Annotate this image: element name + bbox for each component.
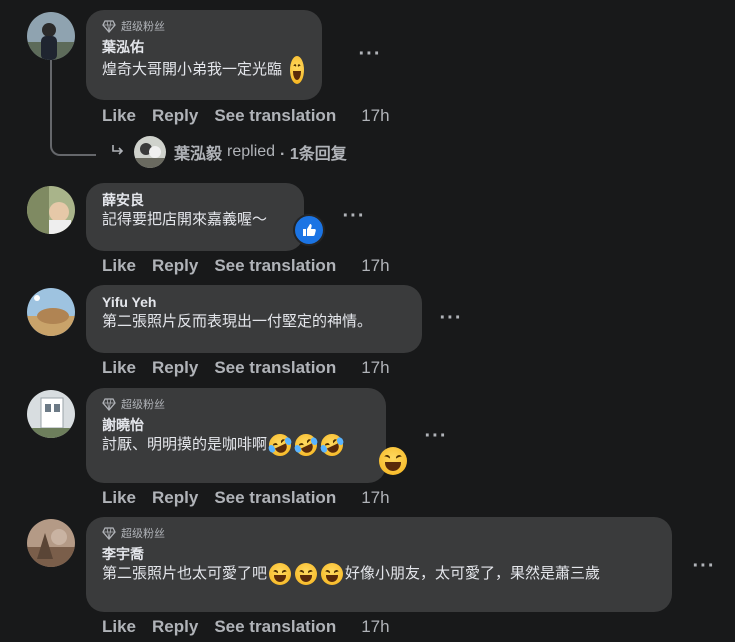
comment-time[interactable]: 17h: [361, 488, 389, 508]
reply-author: 葉泓毅: [174, 146, 223, 163]
comment-text-content: 討厭、明明摸的是咖啡啊: [102, 436, 268, 453]
avatar[interactable]: [27, 288, 75, 336]
more-options-icon[interactable]: ···: [355, 43, 385, 65]
squinting-laugh-emoji[interactable]: [379, 447, 407, 475]
see-translation-button[interactable]: See translation: [214, 488, 336, 508]
see-translation-button[interactable]: See translation: [214, 358, 336, 378]
badge-label: 超级粉丝: [121, 399, 165, 411]
comment-text-content: 煌奇大哥開小弟我一定光臨: [102, 61, 283, 78]
more-options-icon[interactable]: ···: [339, 205, 369, 227]
reply-avatar: [134, 136, 166, 168]
comment-author[interactable]: 薛安良: [102, 191, 288, 209]
comment-text: 記得要把店開來嘉義喔～: [102, 211, 268, 228]
rolling-on-floor-laughing-emoji: [291, 430, 321, 460]
comment-text: 煌奇大哥開小弟我一定光臨: [102, 56, 306, 84]
reply-arrow-icon: [110, 142, 126, 163]
like-button[interactable]: Like: [102, 256, 136, 276]
reply-thread-line: [50, 60, 96, 156]
avatar[interactable]: [27, 519, 75, 567]
avatar[interactable]: [27, 12, 75, 60]
reply-button[interactable]: Reply: [152, 256, 198, 276]
diamond-icon: [102, 20, 116, 33]
comment-bubble: 超级粉丝 葉泓佑 煌奇大哥開小弟我一定光臨: [86, 10, 322, 100]
see-translation-button[interactable]: See translation: [214, 256, 336, 276]
badge-label: 超级粉丝: [121, 528, 165, 540]
see-translation-button[interactable]: See translation: [214, 617, 336, 637]
comment-text: 討厭、明明摸的是咖啡啊: [102, 430, 370, 460]
like-button[interactable]: Like: [102, 358, 136, 378]
fan-badge: 超级粉丝: [102, 18, 306, 34]
diamond-icon: [102, 527, 116, 540]
thumbs-up-reaction-icon[interactable]: [293, 214, 325, 246]
comment-author[interactable]: 李宇喬: [102, 545, 656, 563]
comment-bubble: 薛安良 記得要把店開來嘉義喔～: [86, 183, 304, 251]
diamond-icon: [102, 398, 116, 411]
reply-count: · 1条回复: [280, 146, 347, 163]
like-button[interactable]: Like: [102, 106, 136, 126]
more-options-icon[interactable]: ···: [436, 307, 466, 329]
comment-text: 第二張照片反而表現出一付堅定的神情。: [102, 313, 373, 330]
reply-verb: replied: [227, 143, 276, 160]
squinting-laugh-emoji: [269, 563, 292, 585]
comment-text-content: 好像小朋友，太可愛了，果然是蕭三歲: [345, 565, 601, 582]
comment-text-content: 第二張照片也太可愛了吧: [102, 565, 268, 582]
reply-button[interactable]: Reply: [152, 358, 198, 378]
comment-actions: Like Reply See translation 17h: [102, 255, 406, 277]
like-button[interactable]: Like: [102, 617, 136, 637]
comment-time[interactable]: 17h: [361, 617, 389, 637]
reply-summary[interactable]: 葉泓毅 replied · 1条回复: [110, 136, 352, 168]
reply-button[interactable]: Reply: [152, 106, 198, 126]
comment-bubble: 超级粉丝 謝曉怡 討厭、明明摸的是咖啡啊: [86, 388, 386, 483]
badge-label: 超级粉丝: [121, 21, 165, 33]
more-options-icon[interactable]: ···: [689, 555, 719, 577]
comment-time[interactable]: 17h: [361, 256, 389, 276]
comment-actions: Like Reply See translation 17h: [102, 357, 406, 379]
squinting-laugh-emoji: [321, 563, 344, 585]
comment-time[interactable]: 17h: [361, 106, 389, 126]
fan-badge: 超级粉丝: [102, 396, 370, 412]
squinting-laugh-emoji: [290, 56, 304, 84]
avatar[interactable]: [27, 390, 75, 438]
like-button[interactable]: Like: [102, 488, 136, 508]
rolling-on-floor-laughing-emoji: [317, 430, 347, 460]
comment-author[interactable]: 葉泓佑: [102, 38, 306, 56]
comment-author[interactable]: 謝曉怡: [102, 416, 370, 434]
comment-bubble: Yifu Yeh 第二張照片反而表現出一付堅定的神情。: [86, 285, 422, 353]
comment-time[interactable]: 17h: [361, 358, 389, 378]
more-options-icon[interactable]: ···: [421, 425, 451, 447]
comment-bubble: 超级粉丝 李宇喬 第二張照片也太可愛了吧 好像小朋友，太可愛了，果然是蕭三歲: [86, 517, 672, 612]
reply-button[interactable]: Reply: [152, 617, 198, 637]
avatar[interactable]: [27, 186, 75, 234]
comment-text: 第二張照片也太可愛了吧 好像小朋友，太可愛了，果然是蕭三歲: [102, 563, 656, 585]
see-translation-button[interactable]: See translation: [214, 106, 336, 126]
squinting-laugh-emoji: [295, 563, 318, 585]
comment-actions: Like Reply See translation 17h: [102, 105, 406, 127]
rolling-on-floor-laughing-emoji: [265, 430, 295, 460]
comment-actions: Like Reply See translation 17h: [102, 487, 406, 509]
comment-actions: Like Reply See translation 17h: [102, 616, 406, 638]
comment-author[interactable]: Yifu Yeh: [102, 293, 406, 311]
fan-badge: 超级粉丝: [102, 525, 656, 541]
reply-button[interactable]: Reply: [152, 488, 198, 508]
